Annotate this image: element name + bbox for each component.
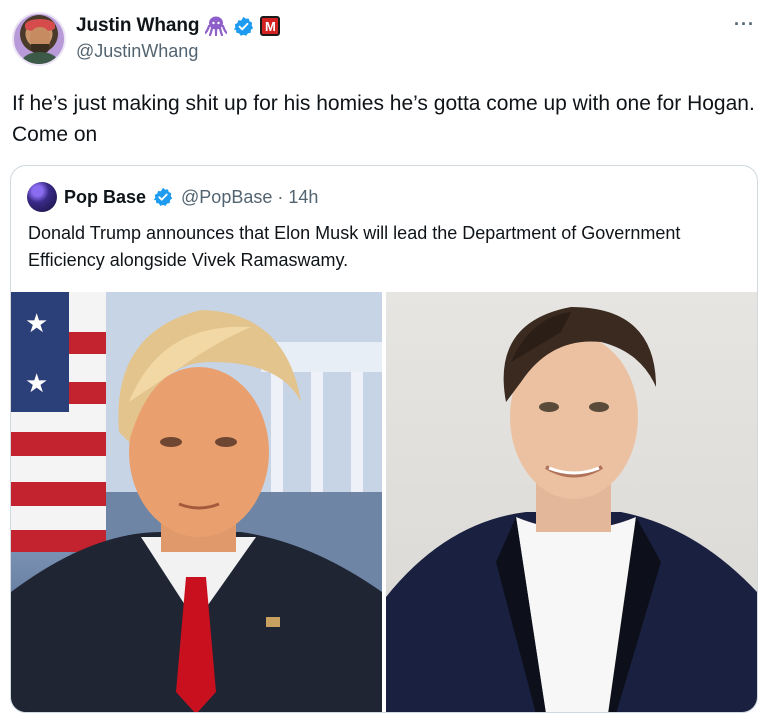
m-badge-icon[interactable]: M bbox=[260, 16, 281, 36]
author-avatar[interactable] bbox=[12, 12, 66, 66]
tweet: Justin Whang M @JustinWhang ··· If he’s … bbox=[0, 0, 768, 719]
octopus-icon bbox=[204, 16, 229, 37]
more-options-icon[interactable]: ··· bbox=[734, 14, 755, 35]
quote-author-avatar[interactable] bbox=[27, 182, 57, 212]
svg-text:★: ★ bbox=[25, 369, 48, 399]
author-name-row: Justin Whang M bbox=[76, 13, 281, 39]
verified-icon[interactable] bbox=[153, 187, 174, 208]
portrait-right-photo[interactable] bbox=[386, 292, 757, 712]
quote-header: Pop Base @PopBase · 14h bbox=[27, 182, 318, 212]
quote-media-grid[interactable]: ★ ★ bbox=[11, 292, 757, 712]
quote-text: Donald Trump announces that Elon Musk wi… bbox=[28, 223, 681, 270]
portrait-left-photo[interactable]: ★ ★ bbox=[11, 292, 382, 712]
svg-text:★: ★ bbox=[25, 309, 48, 339]
tweet-text: If he’s just making shit up for his homi… bbox=[12, 92, 755, 146]
quote-author-name[interactable]: Pop Base bbox=[64, 187, 146, 208]
quoted-tweet-card[interactable]: Pop Base @PopBase · 14h Donald Trump ann… bbox=[10, 165, 758, 713]
author-display-name[interactable]: Justin Whang bbox=[76, 15, 199, 37]
verified-icon[interactable] bbox=[233, 16, 254, 37]
quote-handle-time: @PopBase · 14h bbox=[181, 186, 319, 207]
author-handle[interactable]: @JustinWhang bbox=[76, 41, 198, 62]
